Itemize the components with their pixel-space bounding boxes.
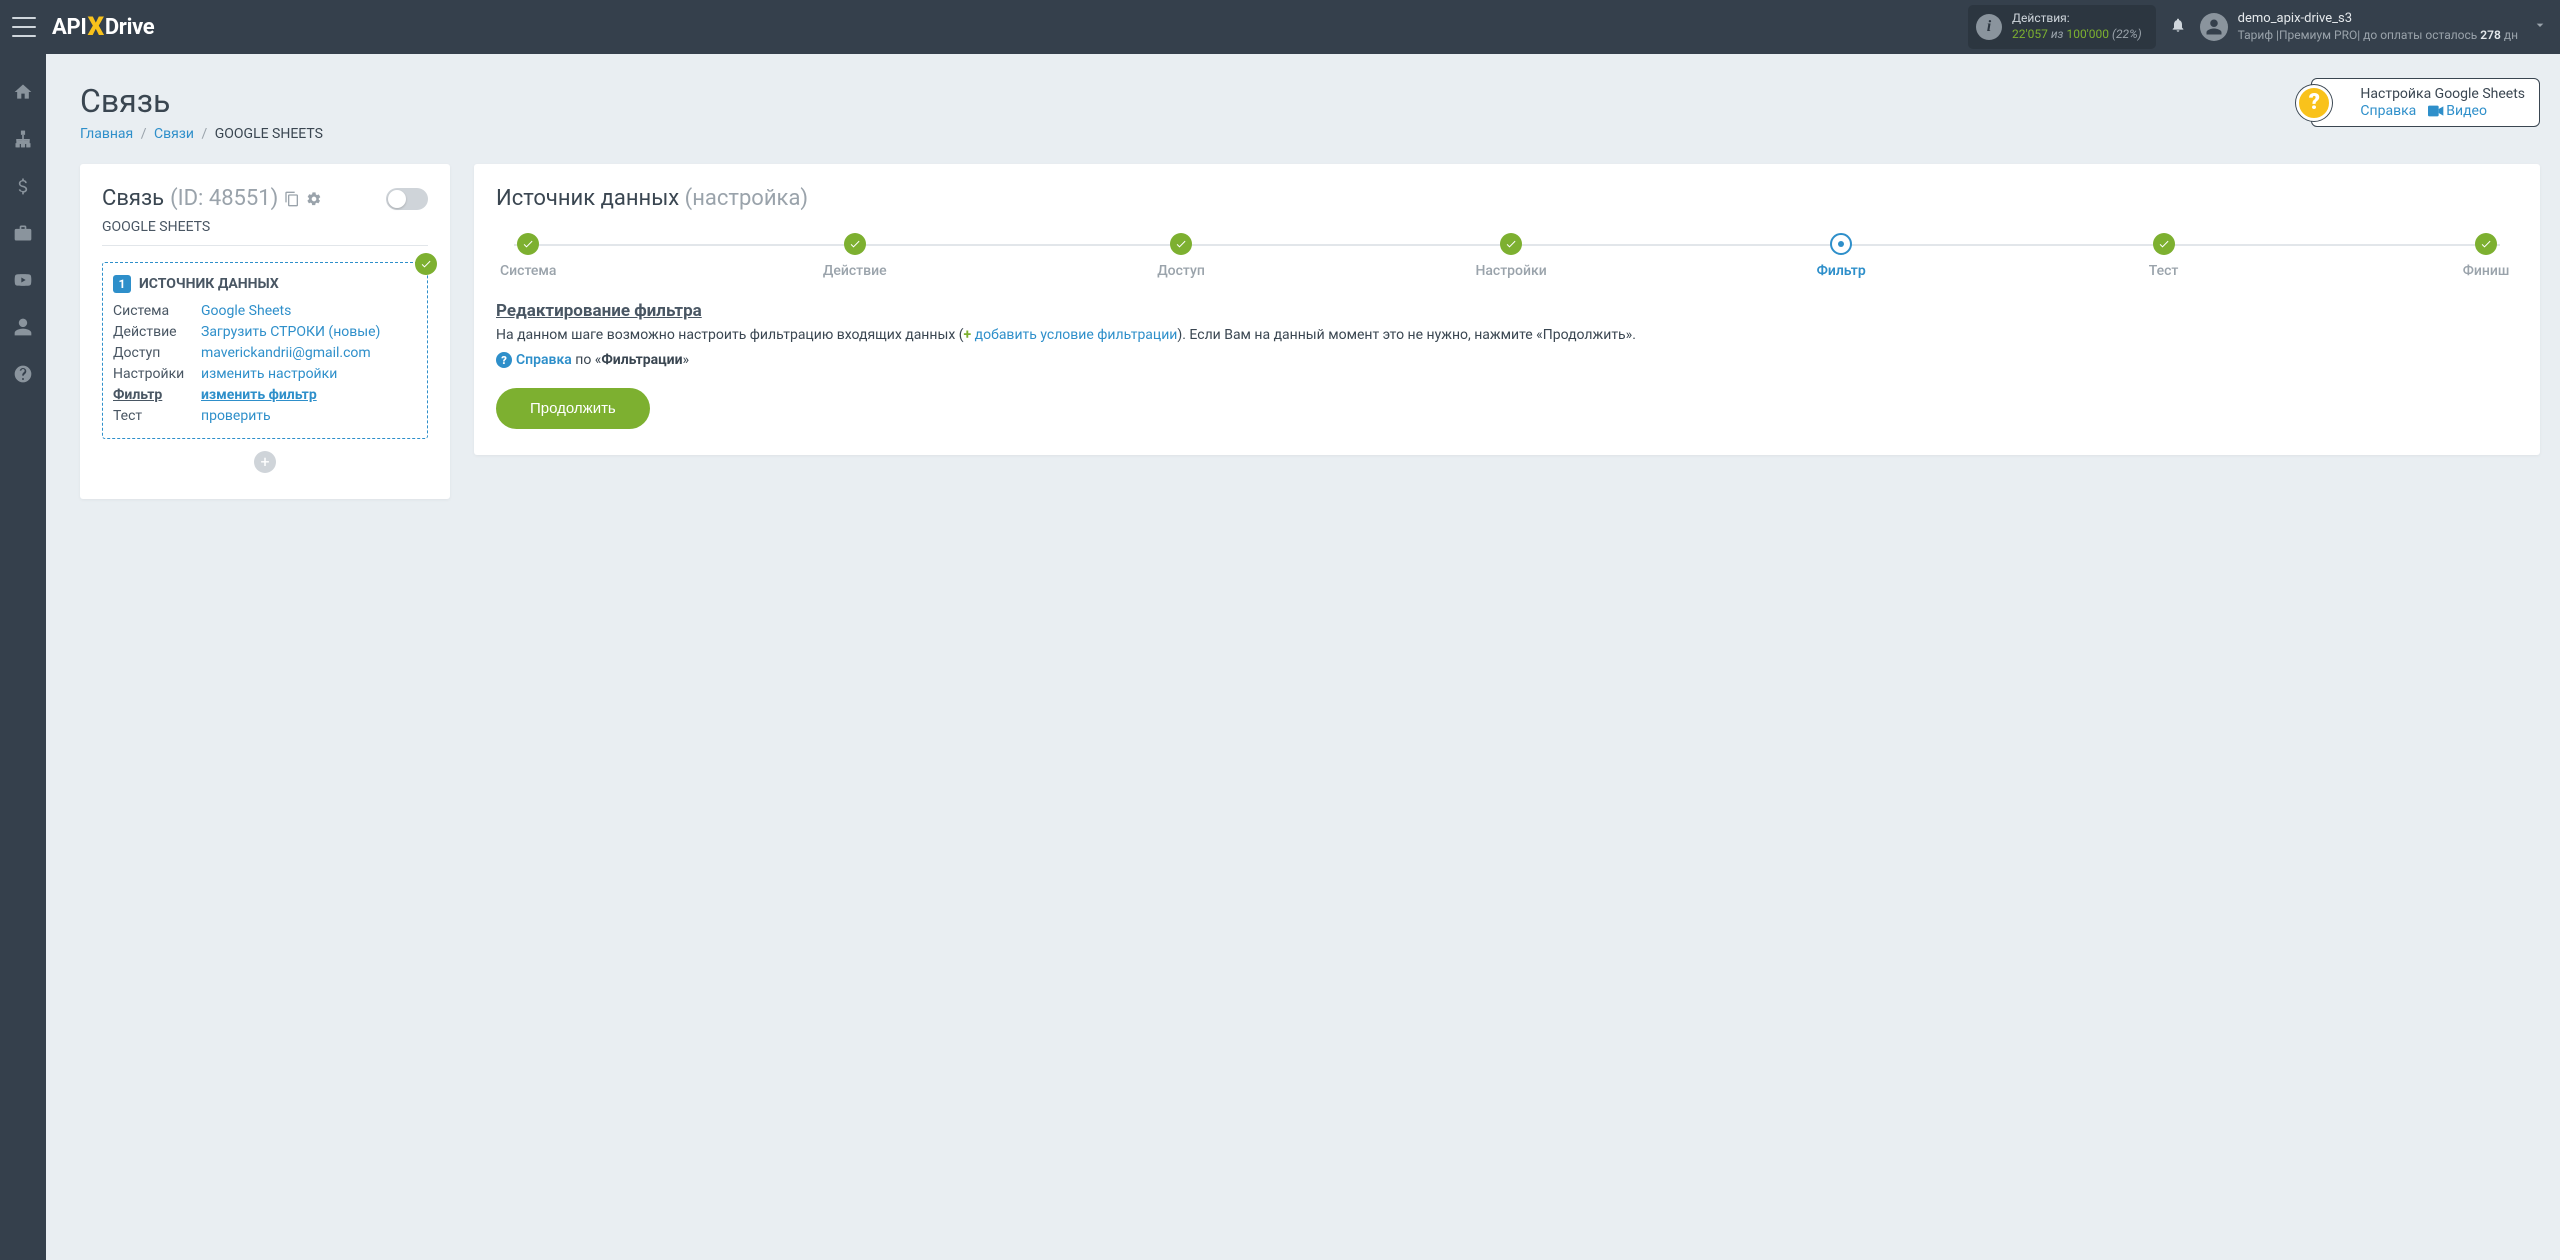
connection-subtitle: GOOGLE SHEETS: [102, 219, 428, 246]
menu-toggle-icon[interactable]: [12, 17, 36, 37]
add-source-button[interactable]: +: [254, 451, 276, 473]
home-icon[interactable]: [13, 82, 33, 102]
setup-title: Источник данных (настройка): [496, 186, 2518, 211]
video-icon: [2428, 105, 2444, 117]
row-key-access: Доступ: [113, 345, 201, 361]
help-popup-title: Настройка Google Sheets: [2360, 86, 2525, 102]
user-icon[interactable]: [13, 317, 33, 337]
question-icon[interactable]: ?: [2296, 85, 2332, 121]
setup-card: Источник данных (настройка) Система Дейс…: [474, 164, 2540, 455]
row-link-access[interactable]: maverickandrii@gmail.com: [201, 345, 417, 361]
topbar: API X Drive i Действия: 22'057 из 100'00…: [0, 0, 2560, 54]
youtube-icon[interactable]: [13, 270, 33, 290]
step-test[interactable]: Тест: [2136, 233, 2192, 279]
main-content: ? Настройка Google Sheets Справка Видео …: [46, 54, 2560, 1260]
avatar-icon: [2200, 13, 2228, 41]
help-line: ? Справка по «Фильтрации»: [496, 352, 2518, 368]
stepper: Система Действие Доступ Настройки: [496, 233, 2518, 279]
step-system[interactable]: Система: [500, 233, 556, 279]
bell-icon[interactable]: [2170, 17, 2186, 37]
help-link-ref[interactable]: Справка: [2360, 103, 2416, 119]
step-filter[interactable]: Фильтр: [1813, 233, 1869, 279]
section-description: На данном шаге возможно настроить фильтр…: [496, 325, 2518, 346]
status-check-icon: [415, 253, 437, 275]
section-title: Редактирование фильтра: [496, 301, 2518, 321]
badge-number: 1: [113, 275, 131, 293]
help-icon[interactable]: [13, 364, 33, 384]
help-small-icon: ?: [496, 352, 512, 368]
logo-api: API: [52, 15, 87, 40]
dollar-icon[interactable]: [13, 176, 33, 196]
continue-button[interactable]: Продолжить: [496, 388, 650, 429]
sitemap-icon[interactable]: [13, 129, 33, 149]
row-key-test: Тест: [113, 408, 201, 424]
data-source-box: 1 ИСТОЧНИК ДАННЫХ Система Google Sheets …: [102, 262, 428, 439]
actions-text: Действия: 22'057 из 100'000 (22%): [2012, 11, 2142, 42]
breadcrumb: Главная / Связи / GOOGLE SHEETS: [80, 126, 2540, 142]
tariff-line: Тариф |Премиум PRO| до оплаты осталось 2…: [2238, 28, 2518, 44]
connection-card: Связь (ID: 48551) GOOGLE SHEETS 1 ИСТОЧН…: [80, 164, 450, 499]
enable-toggle[interactable]: [386, 188, 428, 210]
logo-x-icon: X: [87, 12, 105, 42]
connection-id: (ID: 48551): [170, 186, 278, 211]
row-key-filter: Фильтр: [113, 387, 201, 403]
row-link-test[interactable]: проверить: [201, 408, 417, 424]
page-title: Связь: [80, 82, 2540, 120]
breadcrumb-links[interactable]: Связи: [154, 126, 194, 142]
copy-icon[interactable]: [284, 186, 300, 211]
user-menu[interactable]: demo_apix-drive_s3 Тариф |Премиум PRO| д…: [2200, 11, 2518, 43]
step-settings[interactable]: Настройки: [1475, 233, 1546, 279]
source-label: ИСТОЧНИК ДАННЫХ: [139, 276, 279, 292]
help-popup: ? Настройка Google Sheets Справка Видео: [2311, 78, 2540, 127]
gear-icon[interactable]: [306, 186, 322, 211]
row-link-filter[interactable]: изменить фильтр: [201, 387, 417, 403]
help-link-video[interactable]: Видео: [2428, 103, 2487, 119]
breadcrumb-home[interactable]: Главная: [80, 126, 133, 142]
row-key-system: Система: [113, 303, 201, 319]
row-key-settings: Настройки: [113, 366, 201, 382]
row-link-action[interactable]: Загрузить СТРОКИ (новые): [201, 324, 417, 340]
sidebar: [0, 54, 46, 1260]
step-access[interactable]: Доступ: [1153, 233, 1209, 279]
row-key-action: Действие: [113, 324, 201, 340]
row-link-settings[interactable]: изменить настройки: [201, 366, 417, 382]
step-finish[interactable]: Финиш: [2458, 233, 2514, 279]
chevron-down-icon[interactable]: [2532, 17, 2548, 37]
step-action[interactable]: Действие: [823, 233, 887, 279]
actions-usage-box[interactable]: i Действия: 22'057 из 100'000 (22%): [1968, 5, 2156, 48]
connection-title: Связь (ID: 48551): [102, 186, 322, 211]
info-icon: i: [1976, 14, 2002, 40]
add-filter-link[interactable]: + добавить условие фильтрации: [964, 327, 1178, 343]
logo-drive: Drive: [105, 15, 155, 40]
row-link-system[interactable]: Google Sheets: [201, 303, 417, 319]
user-name: demo_apix-drive_s3: [2238, 11, 2518, 28]
help-ref-link[interactable]: Справка: [516, 352, 572, 368]
logo[interactable]: API X Drive: [52, 12, 154, 42]
briefcase-icon[interactable]: [13, 223, 33, 243]
breadcrumb-current: GOOGLE SHEETS: [215, 126, 323, 142]
